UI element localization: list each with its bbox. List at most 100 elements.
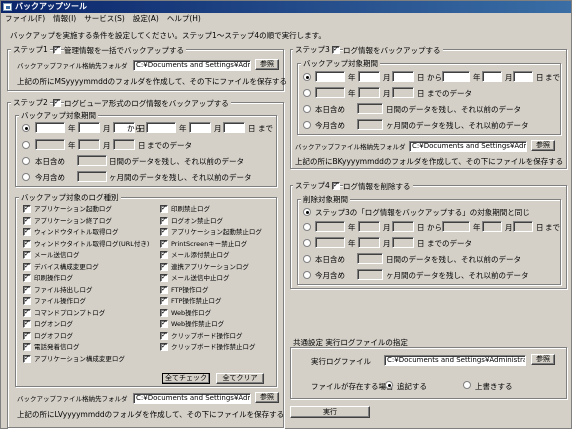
step4-checkbox[interactable] [332,181,340,190]
step3-from-year[interactable] [315,71,345,82]
log-type-checkbox[interactable] [23,308,31,317]
step2-range-radio[interactable] [22,124,30,132]
step4-days-radio[interactable] [303,255,311,263]
step4-from-year[interactable] [315,221,345,232]
step3-months-radio[interactable] [303,121,311,129]
step4-until-day[interactable] [392,237,414,248]
step2-until-month[interactable] [78,139,100,150]
step2-title: ステップ2 [13,98,48,107]
step3-to-year[interactable] [442,71,470,82]
step2-until-radio[interactable] [22,141,30,149]
menu-info[interactable]: 情報(I) [49,13,80,24]
step2-until-day[interactable] [113,139,135,150]
step4-range-radio[interactable] [303,223,311,231]
log-type-checkbox[interactable] [23,216,31,225]
step3-from-day[interactable] [392,71,414,82]
months-suffix: ヶ月間のデータを残し、それ以前のデータ [386,271,529,280]
step2-months-input[interactable] [77,171,107,182]
log-type-checkbox[interactable] [160,285,168,294]
run-button[interactable]: 実行 [290,406,370,418]
step2-days-radio[interactable] [22,157,30,165]
log-type-checkbox[interactable] [23,227,31,236]
step2-checkbox[interactable] [53,98,61,107]
clear-all-button[interactable]: 全てクリア [216,373,264,384]
step2-to-day[interactable] [223,122,245,133]
log-type-checkbox[interactable] [160,250,168,259]
log-type-checkbox[interactable] [23,285,31,294]
step2-folder-input[interactable]: C:¥Documents and Settings¥Administrator¥… [133,393,251,404]
step4-until-year[interactable] [315,237,345,248]
log-type-checkbox[interactable] [23,250,31,259]
menu-help[interactable]: ヘルプ(H) [163,13,205,24]
step3-until-radio[interactable] [303,89,311,97]
log-file-input[interactable]: C:¥Documents and Settings¥Administrator¥… [384,355,526,366]
step3-days-input[interactable] [357,103,383,114]
menu-file[interactable]: ファイル(F) [1,13,49,24]
log-type-checkbox[interactable] [23,354,31,363]
step2-to-month[interactable] [189,122,211,133]
log-type-checkbox[interactable] [23,262,31,271]
step3-checkbox[interactable] [332,45,340,54]
year-label: 年 [473,73,481,82]
step1-browse-button[interactable]: 参照 [255,59,279,70]
log-type-checkbox[interactable] [160,204,168,213]
step2-until-year[interactable] [35,139,65,150]
step2-from-year[interactable] [35,122,65,133]
log-type-checkbox[interactable] [160,296,168,305]
append-radio[interactable] [385,381,393,389]
step2-days-input[interactable] [77,155,107,166]
check-all-button[interactable]: 全てチェック [162,373,210,384]
step3-folder-input[interactable]: C:¥Documents and Settings¥Administrator¥… [409,141,527,152]
step3-days-radio[interactable] [303,105,311,113]
log-type-checkbox[interactable] [160,273,168,282]
step2-browse-button[interactable]: 参照 [255,392,279,403]
step4-until-radio[interactable] [303,239,311,247]
step4-to-day[interactable] [513,221,533,232]
step4-months-input[interactable] [357,269,383,280]
log-type-checkbox[interactable] [160,239,168,248]
log-browse-button[interactable]: 参照 [531,354,555,365]
step3-to-day[interactable] [513,71,533,82]
menu-service[interactable]: サービス(S) [80,13,129,24]
step4-to-year[interactable] [442,221,470,232]
log-type-checkbox[interactable] [160,331,168,340]
log-type-checkbox[interactable] [23,319,31,328]
menu-settings[interactable]: 設定(A) [129,13,163,24]
log-type-checkbox[interactable] [160,216,168,225]
log-type-checkbox[interactable] [23,204,31,213]
step4-months-radio[interactable] [303,271,311,279]
log-type-checkbox[interactable] [160,227,168,236]
step4-period-title: 削除対象期間 [301,195,350,204]
log-type-checkbox[interactable] [160,308,168,317]
step2-months-radio[interactable] [22,173,30,181]
log-type-checkbox[interactable] [23,296,31,305]
step3-until-day[interactable] [392,87,414,98]
step4-to-month[interactable] [482,221,502,232]
step4-same-radio[interactable] [303,208,311,216]
step3-browse-button[interactable]: 参照 [531,140,555,151]
step3-to-month[interactable] [482,71,502,82]
log-type-checkbox[interactable] [160,319,168,328]
log-type-checkbox[interactable] [23,331,31,340]
step3-until-year[interactable] [315,87,345,98]
days-suffix: 日間のデータを残し、それ以前のデータ [386,105,521,114]
log-type-checkbox[interactable] [23,273,31,282]
step2-from-month[interactable] [78,122,100,133]
step3-months-input[interactable] [357,119,383,130]
step4-days-input[interactable] [357,253,383,264]
step3-until-month[interactable] [358,87,380,98]
step4-from-month[interactable] [358,221,380,232]
step1-checkbox[interactable] [53,45,61,54]
step3-from-month[interactable] [358,71,380,82]
log-type-checkbox[interactable] [23,239,31,248]
step4-from-day[interactable] [392,221,414,232]
overwrite-radio[interactable] [463,381,471,389]
step4-until-month[interactable] [358,237,380,248]
log-type-checkbox[interactable] [160,342,168,351]
step1-folder-input[interactable]: C:¥Documents and Settings¥Administrator¥… [133,60,251,71]
log-type-checkbox[interactable] [160,262,168,271]
step2-to-year[interactable] [146,122,176,133]
log-type-checkbox[interactable] [23,342,31,351]
year-label: 年 [348,223,356,232]
step3-range-radio[interactable] [303,73,311,81]
